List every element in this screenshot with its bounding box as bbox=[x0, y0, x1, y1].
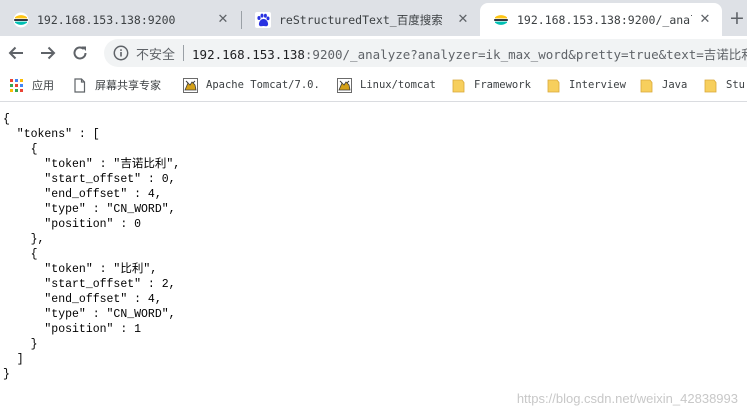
url-host: 192.168.153.138 bbox=[192, 46, 305, 62]
arrow-right-icon bbox=[41, 46, 56, 60]
bookmark-label: 应用 bbox=[32, 79, 54, 92]
folder-icon bbox=[704, 79, 717, 92]
tab-strip: 192.168.153.138:9200 ✕ reStructuredText_… bbox=[0, 0, 747, 36]
bookmark-label: Interview bbox=[569, 79, 626, 91]
bookmark-label: Java bbox=[662, 79, 688, 91]
bookmark-apache-tomcat[interactable]: Apache Tomcat/7.0.7 bbox=[183, 76, 318, 94]
url-text[interactable]: 192.168.153.138:9200/_analyze?analyzer=i… bbox=[192, 44, 747, 63]
reload-icon bbox=[73, 46, 87, 60]
elastic-icon bbox=[13, 12, 29, 27]
tomcat-icon bbox=[183, 77, 198, 93]
close-tab-icon[interactable]: ✕ bbox=[216, 12, 230, 27]
page-icon bbox=[74, 77, 86, 93]
bookmark-apps[interactable]: 应用 bbox=[9, 76, 54, 94]
page-content: { "tokens" : [ { "token" : "吉诺比利", "star… bbox=[0, 102, 747, 416]
close-tab-icon[interactable]: ✕ bbox=[698, 12, 712, 27]
bookmark-label: Stu bbox=[726, 79, 745, 91]
bookmark-label: 屏幕共享专家 bbox=[95, 79, 161, 92]
bookmark-screen-share[interactable]: 屏幕共享专家 bbox=[72, 76, 161, 94]
bookmark-linux-tomcat[interactable]: Linux/tomcat bbox=[337, 76, 436, 94]
bookmark-folder-interview[interactable]: Interview bbox=[546, 76, 626, 94]
new-tab-button[interactable]: + bbox=[727, 8, 747, 28]
omnibox-divider bbox=[183, 45, 185, 61]
tab-analyze-active[interactable]: 192.168.153.138:9200/_analyze ✕ bbox=[480, 3, 722, 36]
watermark: https://blog.csdn.net/weixin_42838993 bbox=[516, 391, 738, 406]
folder-icon bbox=[640, 79, 653, 92]
bookmark-label: Linux/tomcat bbox=[360, 79, 436, 91]
apps-grid-icon bbox=[10, 78, 23, 92]
elastic-icon bbox=[493, 12, 509, 27]
address-bar[interactable]: 不安全 192.168.153.138:9200/_analyze?analyz… bbox=[104, 39, 747, 67]
folder-icon bbox=[452, 79, 465, 92]
bookmark-folder-study[interactable]: Stu bbox=[703, 76, 747, 94]
baidu-paw-icon bbox=[255, 11, 271, 28]
back-button[interactable] bbox=[3, 40, 29, 66]
arrow-left-icon bbox=[8, 46, 23, 60]
browser-toolbar: 不安全 192.168.153.138:9200/_analyze?analyz… bbox=[0, 36, 747, 70]
not-secure-label: 不安全 bbox=[136, 47, 176, 63]
tab-baidu-search[interactable]: reStructuredText_百度搜索 ✕ bbox=[242, 3, 480, 36]
bookmark-label: Framework bbox=[474, 79, 531, 91]
reload-button[interactable] bbox=[67, 40, 93, 66]
folder-icon bbox=[547, 79, 560, 92]
bookmark-folder-framework[interactable]: Framework bbox=[451, 76, 531, 94]
tab-title: 192.168.153.138:9200/_analyze bbox=[517, 12, 692, 27]
bookmark-folder-java[interactable]: Java bbox=[639, 76, 687, 94]
tab-title: 192.168.153.138:9200 bbox=[37, 12, 176, 27]
forward-button[interactable] bbox=[35, 40, 61, 66]
tab-elasticsearch-root[interactable]: 192.168.153.138:9200 ✕ bbox=[0, 3, 240, 36]
url-path: :9200/_analyze?analyzer=ik_max_word&pret… bbox=[304, 46, 747, 62]
bookmarks-bar: 应用 屏幕共享专家 Apache Tomcat/7.0.7 Linux/tomc… bbox=[0, 70, 747, 102]
info-icon[interactable] bbox=[113, 45, 129, 61]
json-response: { "tokens" : [ { "token" : "吉诺比利", "star… bbox=[3, 113, 181, 381]
tomcat-icon bbox=[337, 77, 352, 93]
tab-title: reStructuredText_百度搜索 bbox=[279, 12, 443, 27]
bookmark-label: Apache Tomcat/7.0.7 bbox=[206, 79, 318, 91]
close-tab-icon[interactable]: ✕ bbox=[456, 12, 470, 27]
